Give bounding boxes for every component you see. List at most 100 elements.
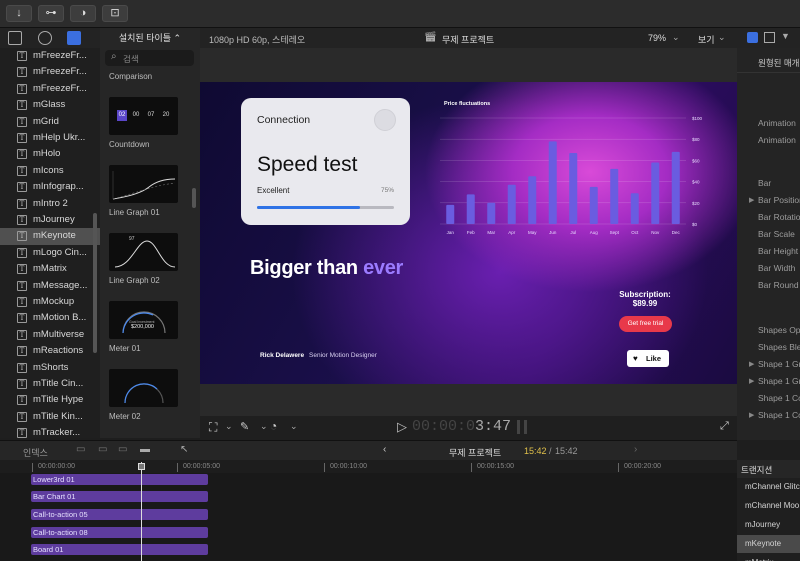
- feedback-button[interactable]: ⊡: [102, 5, 128, 22]
- x-tick-label: Aug: [590, 230, 599, 235]
- title-item[interactable]: TmTitle Cin...: [0, 376, 100, 393]
- video-inspector-icon[interactable]: [764, 32, 775, 43]
- title-item[interactable]: TmLogo Cin...: [0, 245, 100, 262]
- chart-bar: [671, 151, 680, 224]
- playhead-handle[interactable]: [138, 463, 145, 470]
- transition-item[interactable]: mKeynote: [737, 535, 800, 553]
- ruler-label: 00:00:15:00: [477, 463, 514, 470]
- title-icon: T: [17, 346, 27, 357]
- title-item[interactable]: TmFreezeFr...: [0, 81, 100, 98]
- index-button[interactable]: 인덱스: [23, 446, 48, 459]
- scrollbar[interactable]: [93, 213, 97, 353]
- disclosure-arrow-icon[interactable]: ▶: [749, 377, 754, 385]
- timeline-clip[interactable]: Board 01: [31, 544, 208, 555]
- clip-tool-icon[interactable]: ▭: [76, 444, 85, 455]
- title-label: mMatrix: [33, 263, 67, 275]
- thumb-countdown[interactable]: 02 00 07 20: [109, 97, 178, 135]
- transition-item[interactable]: mChannel Moo: [737, 497, 800, 515]
- title-item[interactable]: TmInfograp...: [0, 179, 100, 196]
- transform-icon[interactable]: ⛶: [209, 420, 217, 435]
- keyword-button[interactable]: ⊶: [38, 5, 64, 22]
- category-dropdown[interactable]: 설치된 타이틀 ⌃: [102, 30, 198, 46]
- title-icon: T: [17, 149, 27, 160]
- disclosure-arrow-icon[interactable]: ▶: [749, 411, 754, 419]
- title-item[interactable]: TmFreezeFr...: [0, 64, 100, 81]
- scrollbar[interactable]: [192, 188, 196, 208]
- title-item[interactable]: TmKeynote: [0, 228, 100, 245]
- inspector-property: Shape 1 Gr: [758, 359, 800, 369]
- title-item[interactable]: TmTracker...: [0, 425, 100, 438]
- back-arrow-icon[interactable]: ‹: [383, 444, 386, 455]
- select-arrow-icon[interactable]: ↖: [180, 444, 188, 455]
- inspector-property: Bar Scale: [758, 229, 795, 239]
- timeline-clip[interactable]: Call-to-action 05: [31, 509, 208, 520]
- title-item[interactable]: TmHelp Ukr...: [0, 130, 100, 147]
- chart-bar: [651, 162, 660, 224]
- title-item[interactable]: TmMessage...: [0, 278, 100, 295]
- titles-icon[interactable]: [67, 31, 81, 45]
- overwrite-icon[interactable]: ▭: [118, 444, 127, 455]
- title-item[interactable]: TmTitle Hype: [0, 392, 100, 409]
- y-tick-label: $20: [692, 201, 700, 206]
- thumb-meter-02[interactable]: [109, 369, 178, 407]
- title-item[interactable]: TmMotion B...: [0, 310, 100, 327]
- search-input[interactable]: 검색: [123, 53, 139, 65]
- x-tick-label: Sept: [610, 230, 620, 235]
- title-item[interactable]: TmJourney: [0, 212, 100, 229]
- timeline-clip[interactable]: Bar Chart 01: [31, 491, 208, 502]
- timeline-clip[interactable]: Lower3rd 01: [31, 474, 208, 485]
- zoom-dropdown[interactable]: 79%: [648, 33, 666, 43]
- playhead[interactable]: [141, 462, 142, 561]
- play-button[interactable]: ▷: [397, 419, 407, 435]
- clapper-icon[interactable]: [8, 31, 22, 45]
- video-canvas[interactable]: Connection Speed test Excellent 75% Bigg…: [200, 82, 737, 384]
- progress-track: [257, 206, 394, 209]
- x-tick-label: Mar: [487, 230, 495, 235]
- fullscreen-icon[interactable]: ⤢: [720, 420, 729, 433]
- disclosure-arrow-icon[interactable]: ▶: [749, 360, 754, 368]
- transition-item[interactable]: mJourney: [737, 516, 800, 534]
- title-item[interactable]: TmMockup: [0, 294, 100, 311]
- enhance-wand-icon[interactable]: ✎: [240, 420, 249, 433]
- title-item[interactable]: TmHolo: [0, 146, 100, 163]
- title-item[interactable]: TmFreezeFr...: [0, 48, 100, 65]
- thumb-line-graph-01[interactable]: [109, 165, 178, 203]
- thumb-line-graph-02[interactable]: 97: [109, 233, 178, 271]
- title-icon: T: [17, 329, 27, 340]
- thumb-meter-01[interactable]: Goal Investment $200,000: [109, 301, 178, 339]
- progress-fill: [257, 206, 360, 209]
- connect-icon[interactable]: ▬: [140, 444, 150, 455]
- view-menu[interactable]: 보기: [698, 33, 715, 46]
- background-tasks-button[interactable]: ◑: [70, 5, 96, 22]
- title-item[interactable]: TmTitle Kin...: [0, 409, 100, 426]
- transition-item[interactable]: mMatrix: [737, 554, 800, 561]
- title-item[interactable]: TmGrid: [0, 114, 100, 131]
- x-tick-label: Feb: [467, 230, 475, 235]
- title-item[interactable]: TmShorts: [0, 360, 100, 377]
- title-item[interactable]: TmGlass: [0, 97, 100, 114]
- title-item[interactable]: TmMultiverse: [0, 327, 100, 344]
- timeline-project[interactable]: 무제 프로젝트: [449, 446, 501, 459]
- import-button[interactable]: ↓: [6, 5, 32, 22]
- timeline-clip[interactable]: Call-to-action 08: [31, 527, 208, 538]
- format-label: 1080p HD 60p, 스테레오: [209, 35, 306, 45]
- filter-icon[interactable]: ▼: [781, 31, 790, 41]
- transition-item[interactable]: mChannel Glitc: [737, 478, 800, 496]
- append-icon[interactable]: ▭: [98, 444, 107, 455]
- title-inspector-icon[interactable]: [747, 32, 758, 43]
- thumb-value: 97: [129, 236, 135, 242]
- disclosure-arrow-icon[interactable]: ▶: [749, 196, 754, 204]
- music-icon[interactable]: [38, 31, 52, 45]
- title-item[interactable]: TmReactions: [0, 343, 100, 360]
- title-item[interactable]: TmIcons: [0, 163, 100, 180]
- speed-gauge-icon[interactable]: ◔: [270, 419, 277, 433]
- title-item[interactable]: TmMatrix: [0, 261, 100, 278]
- title-item[interactable]: TmIntro 2: [0, 196, 100, 213]
- title-label: mReactions: [33, 345, 84, 357]
- forward-arrow-icon[interactable]: ›: [634, 444, 637, 455]
- timeline-ruler[interactable]: 00:00:00:00 00:00:05:00 00:00:10:00 00:00:1…: [0, 460, 737, 473]
- search-field[interactable]: ⌕ 검색: [105, 50, 194, 66]
- countdown-digit: 07: [147, 112, 155, 118]
- speed-test-card: Connection Speed test Excellent 75%: [241, 98, 410, 225]
- timeline-tracks[interactable]: Lower3rd 01 Bar Chart 01 Call-to-action 05…: [0, 473, 737, 561]
